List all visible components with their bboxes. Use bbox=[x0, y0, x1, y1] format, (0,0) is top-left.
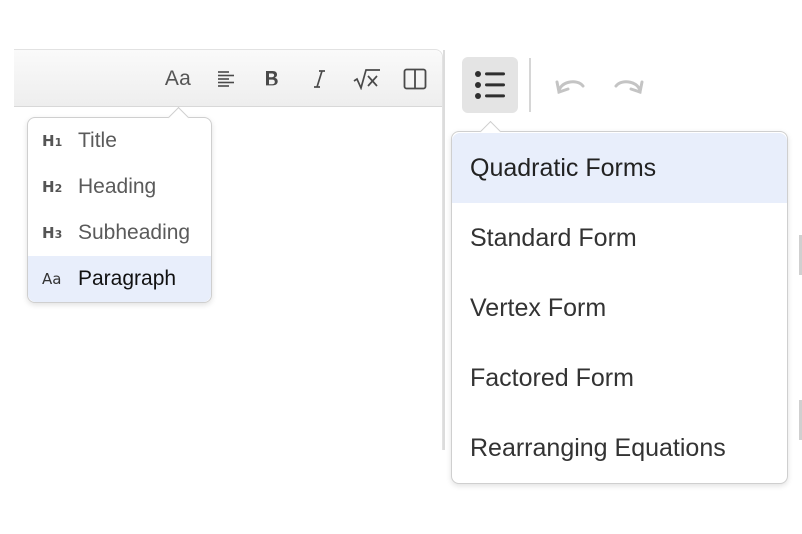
bold-icon bbox=[266, 71, 278, 86]
redo-button[interactable] bbox=[612, 70, 646, 104]
list-icon bbox=[475, 71, 505, 99]
italic-icon bbox=[314, 70, 325, 88]
undo-button[interactable] bbox=[553, 70, 587, 104]
italic-button[interactable] bbox=[303, 62, 337, 96]
align-icon bbox=[218, 71, 234, 87]
style-item-label: Heading bbox=[78, 175, 157, 198]
math-button[interactable] bbox=[350, 62, 384, 96]
outline-item[interactable]: Rearranging Equations bbox=[452, 413, 787, 483]
style-item-label: Title bbox=[78, 129, 117, 152]
bold-button[interactable] bbox=[255, 62, 289, 96]
style-item-heading[interactable]: H2 Heading bbox=[28, 164, 211, 210]
heading-1-icon: H1 bbox=[42, 132, 63, 150]
toolbar-divider bbox=[529, 58, 531, 112]
outline-item[interactable]: Vertex Form bbox=[452, 273, 787, 343]
math-icon bbox=[353, 69, 380, 90]
heading-3-icon: H3 bbox=[42, 224, 63, 242]
outline-button[interactable] bbox=[462, 57, 518, 113]
text-style-menu: H1 Title H2 Heading H3 Subheading Aa Par… bbox=[27, 106, 212, 303]
outline-item[interactable]: Standard Form bbox=[452, 203, 787, 273]
paragraph-icon: Aa bbox=[42, 270, 62, 288]
editor-toolbar: Aa bbox=[14, 50, 442, 107]
undo-icon bbox=[555, 80, 585, 94]
outline-menu: Quadratic Forms Standard Form Vertex For… bbox=[451, 120, 788, 484]
style-item-label: Paragraph bbox=[78, 267, 177, 290]
split-view-button[interactable] bbox=[398, 62, 432, 96]
split-view-icon bbox=[403, 68, 427, 90]
text-style-button[interactable]: Aa bbox=[161, 62, 195, 96]
style-item-paragraph[interactable]: Aa Paragraph bbox=[28, 256, 211, 302]
style-item-subheading[interactable]: H3 Subheading bbox=[28, 210, 211, 256]
outline-item[interactable]: Quadratic Forms bbox=[452, 133, 787, 203]
style-item-label: Subheading bbox=[78, 221, 191, 244]
style-item-title[interactable]: H1 Title bbox=[28, 118, 211, 164]
text-style-icon: Aa bbox=[164, 67, 192, 90]
outline-item[interactable]: Factored Form bbox=[452, 343, 787, 413]
heading-2-icon: H2 bbox=[42, 178, 63, 196]
align-button[interactable] bbox=[209, 62, 243, 96]
redo-icon bbox=[614, 80, 644, 94]
